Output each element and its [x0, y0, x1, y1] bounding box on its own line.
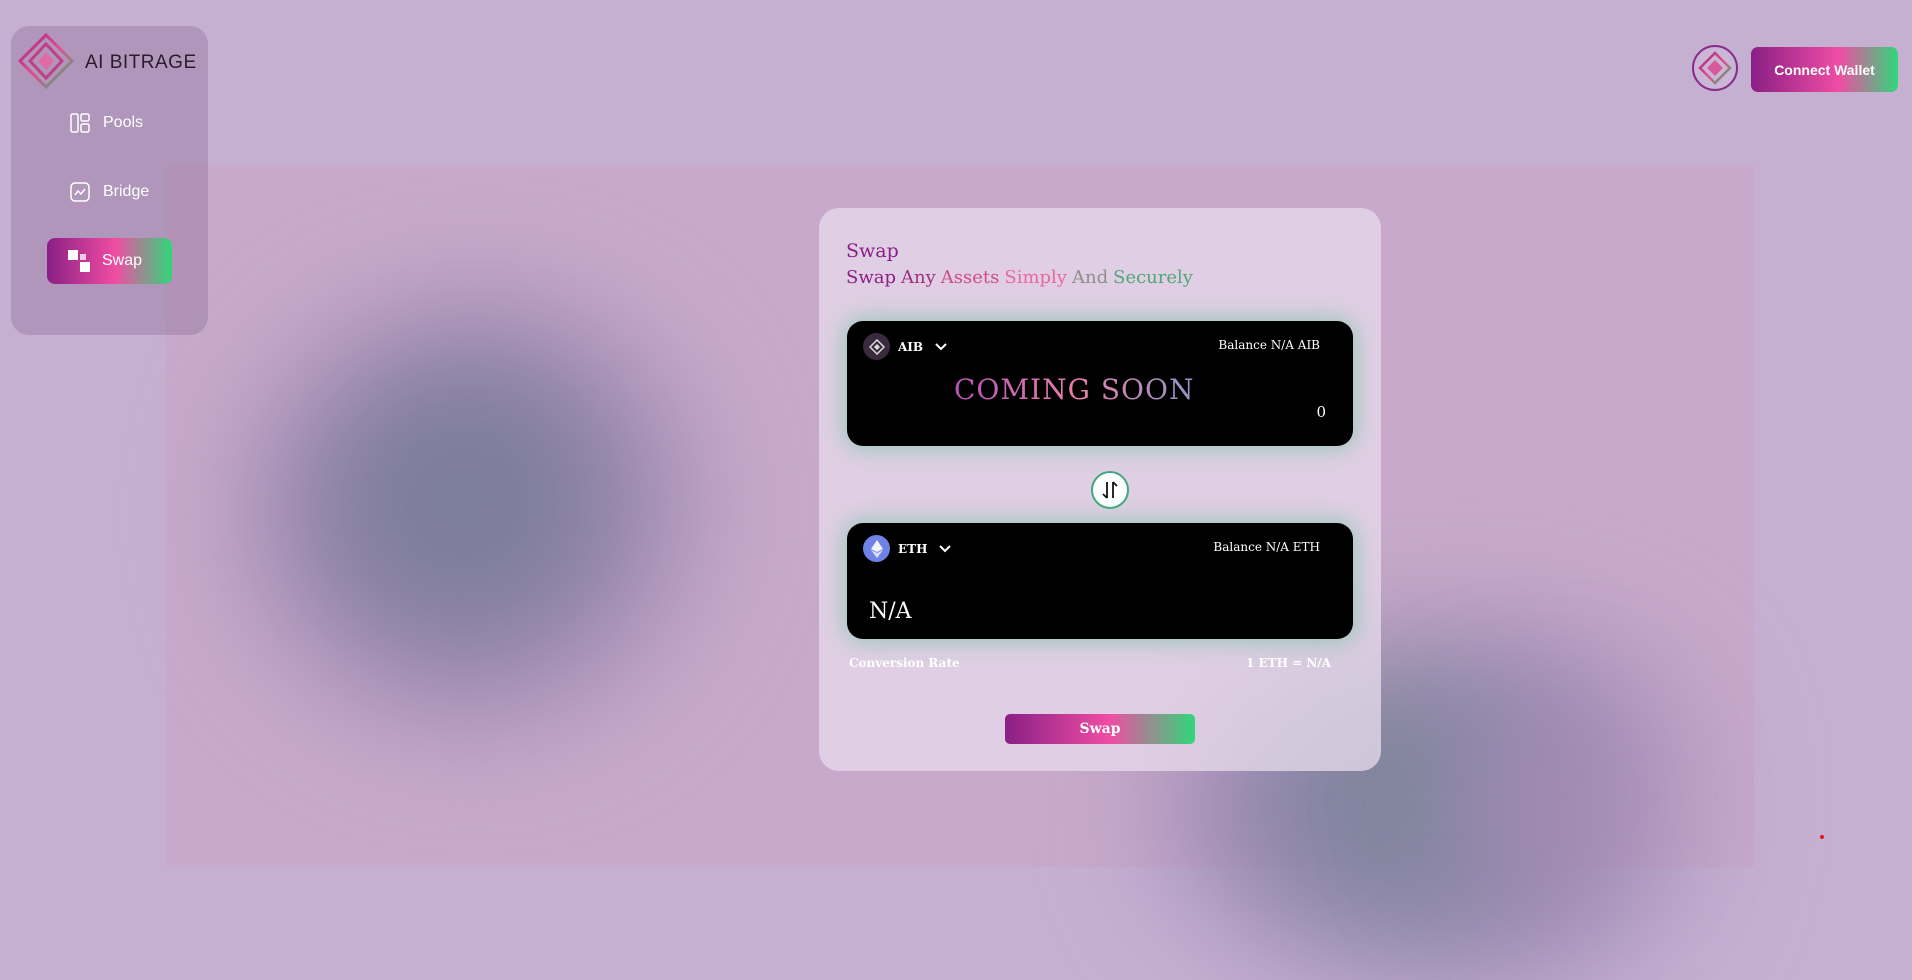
swap-icon: [68, 250, 90, 272]
from-token-symbol: AIB: [898, 339, 924, 354]
from-amount-input[interactable]: 0: [1316, 403, 1326, 421]
swap-card: Swap Swap Any Assets Simply And Securely AIB …: [819, 208, 1381, 771]
from-balance: Balance N/A AIB: [1218, 338, 1320, 352]
to-token-selector[interactable]: ETH: [863, 535, 952, 562]
from-token-box: AIB Balance N/A AIB COMING SOON 0: [847, 321, 1353, 446]
background-blob: [250, 310, 720, 730]
to-balance: Balance N/A ETH: [1213, 540, 1320, 554]
card-title: Swap: [846, 240, 899, 262]
sidebar-item-bridge[interactable]: Bridge: [69, 181, 149, 203]
aib-token-icon: [863, 333, 890, 360]
subtitle-word: Simply: [1004, 267, 1067, 288]
subtitle-word: Any: [901, 267, 936, 288]
swap-button[interactable]: Swap: [1005, 714, 1195, 744]
diamond-logo-icon: [17, 32, 75, 94]
bridge-icon: [69, 181, 91, 203]
card-subtitle: Swap Any Assets Simply And Securely: [846, 267, 1198, 288]
subtitle-word: Securely: [1113, 267, 1193, 288]
pools-icon: [69, 112, 91, 134]
conversion-rate-label: Conversion Rate: [849, 656, 960, 670]
sidebar: AI BITRAGE Pools Bridge Swap: [11, 26, 208, 335]
brand-name: AI BITRAGE: [85, 52, 197, 73]
conversion-rate-value: 1 ETH = N/A: [1245, 656, 1331, 670]
sidebar-item-label: Swap: [102, 252, 143, 269]
background-blob: [1390, 700, 1690, 900]
swap-direction-button[interactable]: [1091, 471, 1129, 509]
sidebar-item-swap[interactable]: Swap: [47, 238, 172, 284]
connect-wallet-button[interactable]: Connect Wallet: [1751, 47, 1898, 92]
indicator-dot: [1820, 835, 1824, 839]
chevron-down-icon: [935, 340, 947, 354]
brand[interactable]: AI BITRAGE: [17, 32, 197, 94]
subtitle-word: Assets: [940, 267, 1000, 288]
sidebar-item-label: Pools: [103, 114, 144, 131]
sidebar-item-label: Bridge: [103, 183, 150, 200]
account-logo-icon[interactable]: [1692, 45, 1738, 91]
subtitle-word: Swap: [846, 267, 896, 288]
to-token-symbol: ETH: [898, 541, 928, 556]
to-token-box: ETH Balance N/A ETH N/A: [847, 523, 1353, 639]
chevron-down-icon: [939, 542, 952, 556]
subtitle-word: And: [1071, 267, 1109, 288]
coming-soon-overlay: COMING SOON: [954, 373, 1195, 406]
sidebar-item-pools[interactable]: Pools: [69, 112, 143, 134]
to-amount-value: N/A: [869, 599, 912, 624]
from-token-selector[interactable]: AIB: [863, 333, 947, 360]
eth-token-icon: [863, 535, 890, 562]
